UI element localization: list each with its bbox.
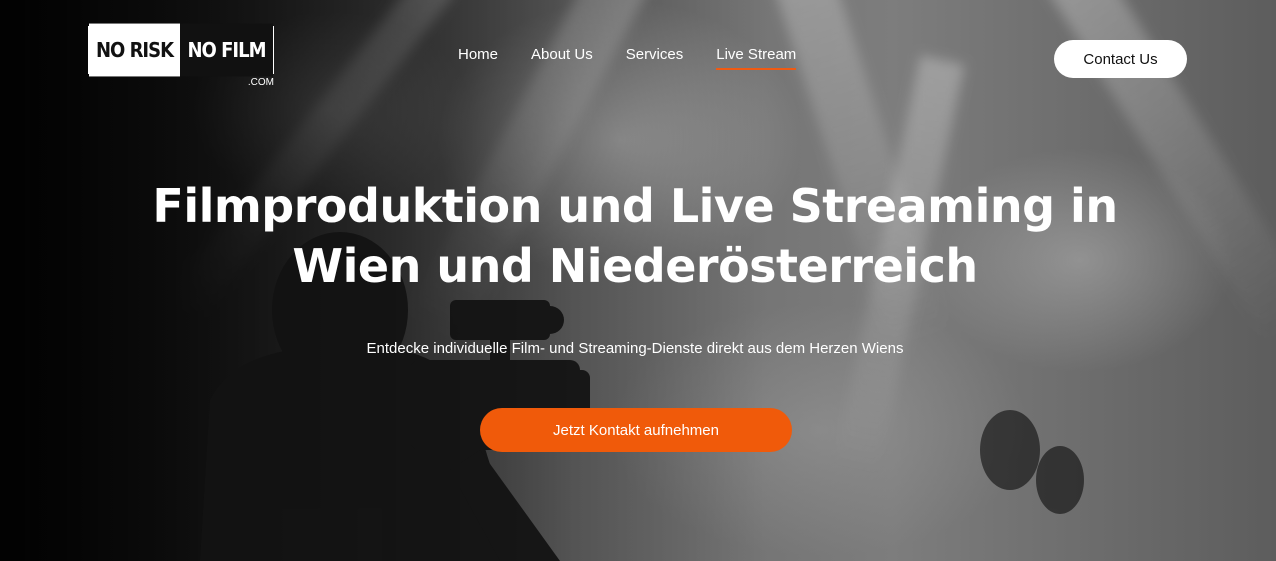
nav-item-services[interactable]: Services xyxy=(626,46,684,69)
nav-item-home[interactable]: Home xyxy=(458,46,498,69)
hero-headline: Filmproduktion und Live Streaming in Wie… xyxy=(130,176,1140,296)
logo-right-text: NO FILM xyxy=(180,23,273,77)
hero-section: NO RISK NO FILM .COM Home About Us Servi… xyxy=(0,0,1276,561)
nav-item-about-us[interactable]: About Us xyxy=(531,46,593,69)
cta-contact-button[interactable]: Jetzt Kontakt aufnehmen xyxy=(480,408,792,452)
hero-headline-line-2: Wien und Niederösterreich xyxy=(292,239,978,293)
brand-logo[interactable]: NO RISK NO FILM .COM xyxy=(88,23,274,90)
hero-subtitle: Entdecke individuelle Film- und Streamin… xyxy=(366,340,904,357)
logo-box: NO RISK NO FILM xyxy=(88,23,274,77)
logo-domain: .COM xyxy=(247,77,274,88)
nav-item-live-stream[interactable]: Live Stream xyxy=(716,46,797,70)
hero-headline-line-1: Filmproduktion und Live Streaming in xyxy=(152,179,1118,233)
logo-left-text: NO RISK xyxy=(89,23,180,77)
contact-us-button[interactable]: Contact Us xyxy=(1054,40,1187,78)
main-nav: Home About Us Services Live Stream xyxy=(458,46,797,70)
